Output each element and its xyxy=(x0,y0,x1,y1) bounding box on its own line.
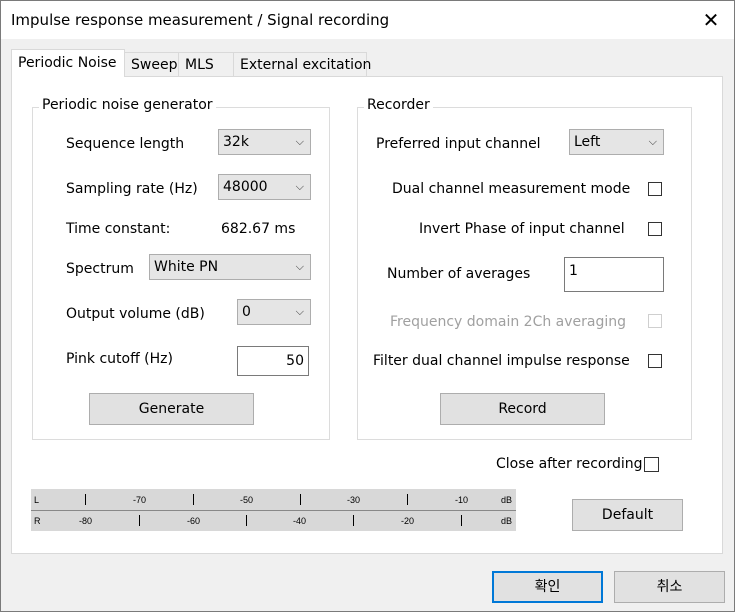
chevron-down-icon: ⌵ xyxy=(648,135,657,148)
output-volume-label: Output volume (dB) xyxy=(66,306,205,322)
sequence-length-value: 32k xyxy=(223,134,249,150)
ok-button[interactable]: 확인 xyxy=(492,571,603,603)
sampling-rate-value: 48000 xyxy=(223,179,268,195)
time-constant-label: Time constant: xyxy=(66,221,171,237)
close-icon[interactable]: ✕ xyxy=(696,5,726,35)
generator-group: Periodic noise generator Sequence length… xyxy=(32,97,330,440)
meter-mark: -30 xyxy=(347,495,361,505)
generator-group-title: Periodic noise generator xyxy=(39,97,216,113)
meter-tick xyxy=(246,515,247,526)
meter-mark: -20 xyxy=(401,516,415,526)
meter-tick xyxy=(461,515,462,526)
time-constant-value: 682.67 ms xyxy=(221,221,296,237)
preferred-input-select[interactable]: Left ⌵ xyxy=(569,129,664,155)
meter-channel-right: R xyxy=(34,516,41,526)
spectrum-value: White PN xyxy=(154,259,219,275)
cancel-button[interactable]: 취소 xyxy=(614,571,725,603)
meter-tick xyxy=(139,515,140,526)
meter-tick xyxy=(193,494,194,505)
default-button[interactable]: Default xyxy=(572,499,683,531)
spectrum-label: Spectrum xyxy=(66,261,134,277)
level-meter: L -70 -50 -30 -10 dB R -80 -60 -40 -20 d… xyxy=(31,489,516,531)
meter-tick xyxy=(407,494,408,505)
pink-cutoff-label: Pink cutoff (Hz) xyxy=(66,351,173,367)
title-bar: Impulse response measurement / Signal re… xyxy=(1,1,734,39)
preferred-input-label: Preferred input channel xyxy=(376,136,541,152)
sequence-length-label: Sequence length xyxy=(66,136,185,152)
close-after-checkbox[interactable] xyxy=(644,457,659,472)
filter-dual-label: Filter dual channel impulse response xyxy=(373,353,630,369)
pink-cutoff-input[interactable]: 50 xyxy=(237,346,309,376)
meter-channel-left: L xyxy=(34,495,40,505)
invert-phase-label: Invert Phase of input channel xyxy=(419,221,625,237)
generate-button[interactable]: Generate xyxy=(89,393,254,425)
output-volume-value: 0 xyxy=(242,304,251,320)
meter-left-row: L -70 -50 -30 -10 dB xyxy=(31,489,516,510)
invert-phase-checkbox[interactable] xyxy=(648,222,662,236)
averages-label: Number of averages xyxy=(387,266,531,282)
meter-mark: -80 xyxy=(79,516,93,526)
recorder-group: Recorder Preferred input channel Left ⌵ … xyxy=(357,97,692,440)
chevron-down-icon: ⌵ xyxy=(295,305,304,318)
sequence-length-select[interactable]: 32k ⌵ xyxy=(218,129,311,155)
filter-dual-checkbox[interactable] xyxy=(648,354,662,368)
sampling-rate-select[interactable]: 48000 ⌵ xyxy=(218,174,311,200)
freq-domain-label: Frequency domain 2Ch averaging xyxy=(390,314,627,330)
meter-mark: -70 xyxy=(133,495,147,505)
averages-input[interactable]: 1 xyxy=(564,257,664,292)
meter-right-row: R -80 -60 -40 -20 dB xyxy=(31,510,516,531)
meter-mark: -60 xyxy=(187,516,201,526)
dual-channel-label: Dual channel measurement mode xyxy=(392,181,631,197)
meter-mark: -40 xyxy=(293,516,307,526)
dialog-window: Impulse response measurement / Signal re… xyxy=(0,0,735,612)
tab-external-excitation[interactable]: External excitation xyxy=(233,52,371,76)
meter-tick xyxy=(353,515,354,526)
sampling-rate-label: Sampling rate (Hz) xyxy=(66,181,198,197)
spectrum-select[interactable]: White PN ⌵ xyxy=(149,254,311,280)
tab-panel: Periodic noise generator Sequence length… xyxy=(11,76,723,554)
meter-tick xyxy=(85,494,86,505)
meter-mark: -50 xyxy=(240,495,254,505)
meter-unit: dB xyxy=(501,516,513,526)
output-volume-select[interactable]: 0 ⌵ xyxy=(237,299,311,325)
chevron-down-icon: ⌵ xyxy=(295,180,304,193)
chevron-down-icon: ⌵ xyxy=(295,135,304,148)
record-button[interactable]: Record xyxy=(440,393,605,425)
close-after-label: Close after recording xyxy=(496,456,643,472)
tab-mls[interactable]: MLS xyxy=(178,52,234,76)
tab-periodic-noise[interactable]: Periodic Noise xyxy=(11,49,125,77)
meter-tick xyxy=(300,494,301,505)
meter-mark: -10 xyxy=(455,495,469,505)
tab-sweep[interactable]: Sweep xyxy=(124,52,179,76)
window-title: Impulse response measurement / Signal re… xyxy=(11,11,390,29)
meter-unit: dB xyxy=(501,495,513,505)
dual-channel-checkbox[interactable] xyxy=(648,182,662,196)
recorder-group-title: Recorder xyxy=(364,97,433,113)
chevron-down-icon: ⌵ xyxy=(295,260,304,273)
preferred-input-value: Left xyxy=(574,134,601,150)
freq-domain-checkbox[interactable] xyxy=(648,314,662,328)
